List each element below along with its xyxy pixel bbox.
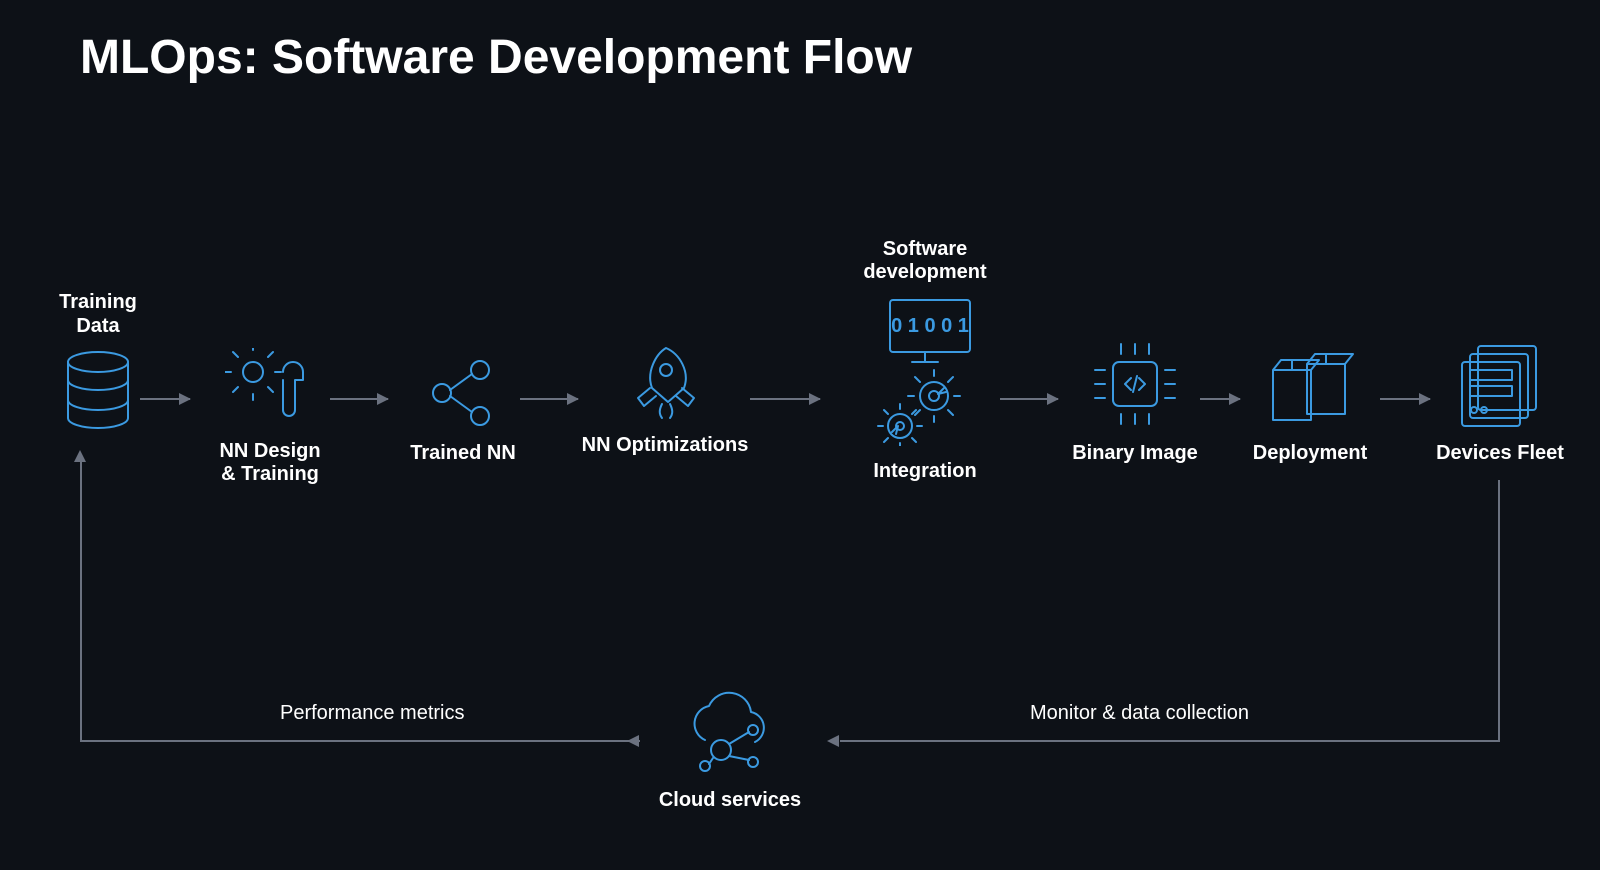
- label-integration: Integration: [873, 460, 976, 483]
- label-trained-nn: Trained NN: [410, 442, 516, 465]
- arrow-left-icon: [828, 740, 840, 742]
- rocket-icon: [628, 340, 703, 420]
- feedback-line: [80, 460, 82, 742]
- node-training-data: Training Data: [38, 290, 158, 430]
- arrow-icon: [750, 398, 820, 400]
- node-cloud: Cloud services: [640, 690, 820, 812]
- label-nn-opt: NN Optimizations: [582, 434, 749, 457]
- feedback-line: [1498, 480, 1500, 740]
- database-icon: [63, 350, 133, 430]
- arrow-up-icon: [74, 450, 86, 462]
- svg-text:0 1 0 0 1: 0 1 0 0 1: [891, 315, 969, 337]
- feedback-line: [840, 740, 1500, 742]
- label-devices: Devices Fleet: [1436, 442, 1564, 465]
- label-monitor: Monitor & data collection: [1030, 702, 1249, 725]
- label-software-dev: Software development: [820, 238, 1030, 284]
- chip-icon: [1091, 340, 1179, 428]
- arrow-icon: [1380, 398, 1430, 400]
- label-performance: Performance metrics: [280, 702, 465, 725]
- label-binary: Binary Image: [1072, 442, 1198, 465]
- node-nn-opt: NN Optimizations: [570, 340, 760, 457]
- arrow-icon: [520, 398, 578, 400]
- arrow-left-icon: [628, 740, 640, 742]
- node-devices: Devices Fleet: [1420, 340, 1580, 465]
- node-nn-design: NN Design & Training: [200, 348, 340, 486]
- arrow-icon: [330, 398, 388, 400]
- feedback-line: [80, 740, 640, 742]
- node-binary: Binary Image: [1060, 340, 1210, 465]
- label-deployment: Deployment: [1253, 442, 1367, 465]
- arrow-icon: [140, 398, 190, 400]
- server-stack-icon: [1450, 340, 1550, 428]
- slide: MLOps: Software Development Flow Trainin…: [0, 0, 1600, 870]
- label-training-data: Training Data: [38, 290, 158, 338]
- label-nn-design: NN Design & Training: [219, 440, 320, 486]
- gear-wrench-icon: [225, 348, 315, 426]
- cloud-network-icon: [675, 690, 785, 775]
- arrow-icon: [1000, 398, 1058, 400]
- monitor-gears-icon: 0 1 0 0 1: [870, 296, 980, 446]
- page-title: MLOps: Software Development Flow: [80, 30, 912, 85]
- arrow-icon: [1200, 398, 1240, 400]
- label-cloud: Cloud services: [659, 789, 801, 812]
- node-deployment: Deployment: [1235, 350, 1385, 465]
- node-integration: Software development 0 1 0 0 1 Integrati…: [820, 238, 1030, 483]
- network-icon: [428, 358, 498, 428]
- package-icon: [1265, 350, 1355, 428]
- node-trained-nn: Trained NN: [398, 358, 528, 465]
